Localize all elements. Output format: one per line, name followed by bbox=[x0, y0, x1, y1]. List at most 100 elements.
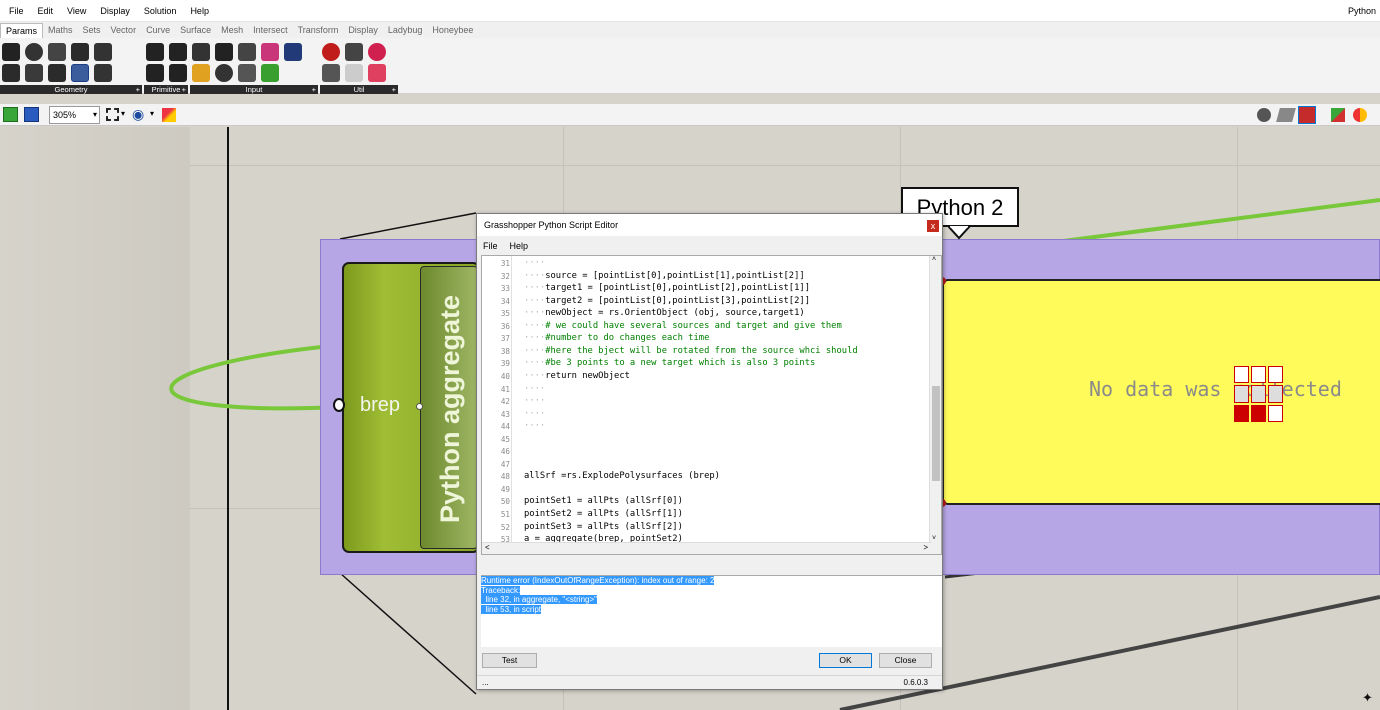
copy-icon[interactable] bbox=[1268, 404, 1283, 422]
menu-view[interactable]: View bbox=[60, 6, 93, 16]
tab-params[interactable]: Params bbox=[0, 23, 44, 38]
tab-vector[interactable]: Vector bbox=[106, 23, 142, 38]
open-file-icon[interactable] bbox=[3, 107, 18, 122]
panel-icon[interactable] bbox=[238, 43, 256, 61]
eye-icon[interactable]: ◉ bbox=[132, 106, 144, 123]
tab-honeybee[interactable]: Honeybee bbox=[427, 23, 478, 38]
line-param-icon[interactable] bbox=[25, 64, 43, 82]
tab-curve[interactable]: Curve bbox=[141, 23, 175, 38]
plane-param-icon[interactable] bbox=[94, 64, 112, 82]
font-icon[interactable] bbox=[1251, 366, 1266, 384]
close-icon[interactable]: x bbox=[927, 220, 939, 232]
document-title: Python bbox=[1347, 6, 1376, 16]
error-output[interactable]: Runtime error (IndexOutOfRangeException)… bbox=[481, 575, 942, 647]
expand-icon[interactable]: + bbox=[312, 85, 316, 94]
horizontal-scrollbar[interactable]: < > bbox=[482, 542, 931, 554]
tab-surface[interactable]: Surface bbox=[175, 23, 216, 38]
tab-ladybug[interactable]: Ladybug bbox=[383, 23, 428, 38]
error-line: Runtime error (IndexOutOfRangeException)… bbox=[481, 576, 715, 585]
tab-maths[interactable]: Maths bbox=[43, 23, 78, 38]
input-grip[interactable] bbox=[333, 398, 345, 412]
chevron-down-icon[interactable]: ˅ bbox=[932, 535, 936, 542]
preview-mesh-icon[interactable] bbox=[1353, 108, 1367, 122]
flask-icon[interactable] bbox=[368, 64, 386, 82]
toggle-icon[interactable] bbox=[215, 43, 233, 61]
editor-menu-file[interactable]: File bbox=[477, 238, 504, 254]
tab-intersect[interactable]: Intersect bbox=[248, 23, 293, 38]
input-grip[interactable] bbox=[416, 403, 423, 410]
indent-guide: ···· bbox=[524, 396, 546, 407]
font-icon[interactable] bbox=[1234, 366, 1249, 384]
zoom-select[interactable]: 305% ▾ bbox=[49, 106, 100, 124]
font-icon[interactable] bbox=[1268, 366, 1283, 384]
tab-display[interactable]: Display bbox=[343, 23, 383, 38]
save-file-icon[interactable] bbox=[24, 107, 39, 122]
preview-selected-icon[interactable] bbox=[1331, 108, 1345, 122]
gradient-icon[interactable] bbox=[261, 43, 279, 61]
boolean-icon[interactable] bbox=[146, 43, 164, 61]
chevron-left-icon[interactable]: < bbox=[485, 543, 490, 552]
chevron-right-icon[interactable]: > bbox=[923, 543, 928, 552]
data-dam-icon[interactable] bbox=[345, 43, 363, 61]
circle-param-icon[interactable] bbox=[25, 43, 43, 61]
output-panel[interactable]: No data was collected bbox=[942, 279, 1380, 505]
number-icon[interactable] bbox=[146, 64, 164, 82]
expand-icon[interactable]: + bbox=[182, 85, 186, 94]
box-param-icon[interactable] bbox=[94, 43, 112, 61]
button-icon[interactable] bbox=[215, 64, 233, 82]
chevron-down-icon[interactable]: ▾ bbox=[121, 109, 125, 118]
align-icon[interactable] bbox=[1268, 385, 1283, 403]
ok-button[interactable]: OK bbox=[819, 653, 872, 668]
swatch-icon[interactable] bbox=[284, 43, 302, 61]
menu-edit[interactable]: Edit bbox=[31, 6, 61, 16]
line-number: 40 bbox=[500, 371, 510, 381]
text-icon[interactable] bbox=[169, 64, 187, 82]
stream-icon[interactable] bbox=[1234, 404, 1249, 422]
code-editor[interactable]: 31 ···· 32 ····source = [pointList[0],point… bbox=[481, 255, 942, 555]
indent-guide: ···· bbox=[524, 258, 546, 268]
mesh-param-icon[interactable] bbox=[48, 64, 66, 82]
value-list-icon[interactable] bbox=[238, 64, 256, 82]
line-number: 37 bbox=[500, 334, 510, 344]
code-text: pointSet3 = allPts (allSrf[2]) bbox=[524, 521, 683, 532]
colour-picker-icon[interactable] bbox=[261, 64, 279, 82]
curve-param-icon[interactable] bbox=[71, 43, 89, 61]
preview-off-icon[interactable] bbox=[1257, 108, 1271, 122]
zoom-extents-icon[interactable] bbox=[106, 108, 119, 121]
chevron-up-icon[interactable]: ˄ bbox=[932, 256, 936, 263]
line-number: 51 bbox=[500, 510, 510, 519]
tree-icon[interactable] bbox=[322, 64, 340, 82]
preview-shaded-icon[interactable] bbox=[1298, 106, 1316, 124]
cherry-picker-icon[interactable] bbox=[322, 43, 340, 61]
align-icon[interactable] bbox=[1234, 385, 1249, 403]
point-param-icon[interactable] bbox=[2, 43, 20, 61]
align-icon[interactable] bbox=[1251, 385, 1266, 403]
tab-sets[interactable]: Sets bbox=[78, 23, 106, 38]
geometry-param-icon[interactable] bbox=[2, 64, 20, 82]
fitness-icon[interactable] bbox=[368, 43, 386, 61]
expand-icon[interactable]: + bbox=[136, 85, 140, 94]
graph-mapper-icon[interactable] bbox=[192, 64, 210, 82]
test-button[interactable]: Test bbox=[482, 653, 537, 668]
menu-help[interactable]: Help bbox=[183, 6, 216, 16]
expand-icon[interactable]: + bbox=[392, 85, 396, 94]
close-button[interactable]: Close bbox=[879, 653, 932, 668]
tab-mesh[interactable]: Mesh bbox=[216, 23, 248, 38]
sketch-icon[interactable] bbox=[162, 108, 176, 122]
vertical-scrollbar[interactable]: ˄ ˅ bbox=[929, 256, 941, 554]
tab-transform[interactable]: Transform bbox=[293, 23, 344, 38]
arrow-icon[interactable] bbox=[345, 64, 363, 82]
menu-file[interactable]: File bbox=[2, 6, 31, 16]
scrollbar-thumb[interactable] bbox=[932, 386, 940, 481]
integer-icon[interactable] bbox=[169, 43, 187, 61]
slider-icon[interactable] bbox=[192, 43, 210, 61]
brep-param-icon[interactable] bbox=[48, 43, 66, 61]
surface-param-icon[interactable] bbox=[71, 64, 89, 82]
input-param-label: brep bbox=[360, 394, 401, 416]
menu-display[interactable]: Display bbox=[93, 6, 137, 16]
preview-wire-icon[interactable] bbox=[1276, 108, 1296, 122]
chevron-down-icon[interactable]: ▾ bbox=[150, 109, 154, 118]
editor-menu-help[interactable]: Help bbox=[504, 238, 535, 254]
menu-solution[interactable]: Solution bbox=[137, 6, 184, 16]
stream-icon[interactable] bbox=[1251, 404, 1266, 422]
